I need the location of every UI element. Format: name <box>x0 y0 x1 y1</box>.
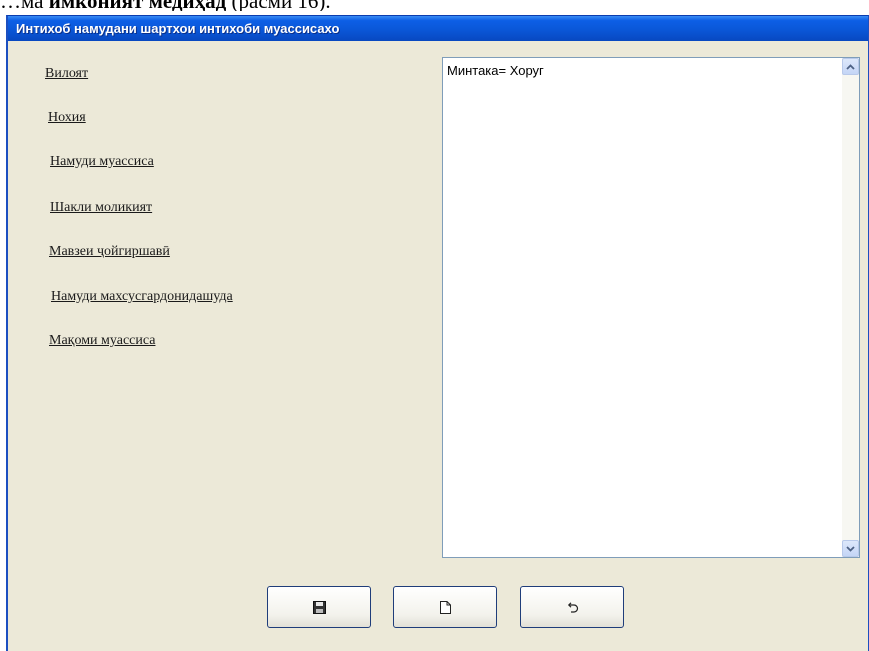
scroll-down-button[interactable] <box>842 540 859 557</box>
undo-icon <box>567 601 578 613</box>
document-text-fragment: …ма имконият медиҳад (расми 16). <box>0 0 869 11</box>
link-institution-type[interactable]: Намуди муассиса <box>50 154 154 170</box>
arrow-up-icon <box>846 63 855 70</box>
link-specialization-type[interactable]: Намуди махсусгардонидашуда <box>51 289 233 305</box>
document-text-before: …ма <box>0 0 49 11</box>
link-ownership-form[interactable]: Шакли моликият <box>50 200 152 216</box>
scroll-up-button[interactable] <box>842 58 859 75</box>
arrow-down-icon <box>846 545 855 552</box>
conditions-listbox[interactable]: Минтака= Хоруг <box>442 57 860 558</box>
save-icon <box>312 600 326 614</box>
document-text-after: (расми 16). <box>226 0 331 11</box>
link-institution-status[interactable]: Мақоми муассиса <box>49 333 155 349</box>
window-title: Интихоб намудани шартхои интихоби муасси… <box>16 21 340 36</box>
title-bar[interactable]: Интихоб намудани шартхои интихоби муасси… <box>8 16 868 41</box>
link-region[interactable]: Вилоят <box>45 66 88 82</box>
link-location-area[interactable]: Мавзеи ҷойгиршавӣ <box>49 244 170 260</box>
undo-button[interactable] <box>520 586 624 628</box>
save-button[interactable] <box>267 586 371 628</box>
list-item[interactable]: Минтака= Хоруг <box>447 63 544 78</box>
new-document-icon <box>439 600 451 614</box>
vertical-scrollbar[interactable] <box>842 58 859 557</box>
document-text-bold: имконият медиҳад <box>49 0 227 11</box>
selection-dialog: Интихоб намудани шартхои интихоби муасси… <box>6 15 869 651</box>
new-button[interactable] <box>393 586 497 628</box>
link-district[interactable]: Нохия <box>48 110 86 126</box>
